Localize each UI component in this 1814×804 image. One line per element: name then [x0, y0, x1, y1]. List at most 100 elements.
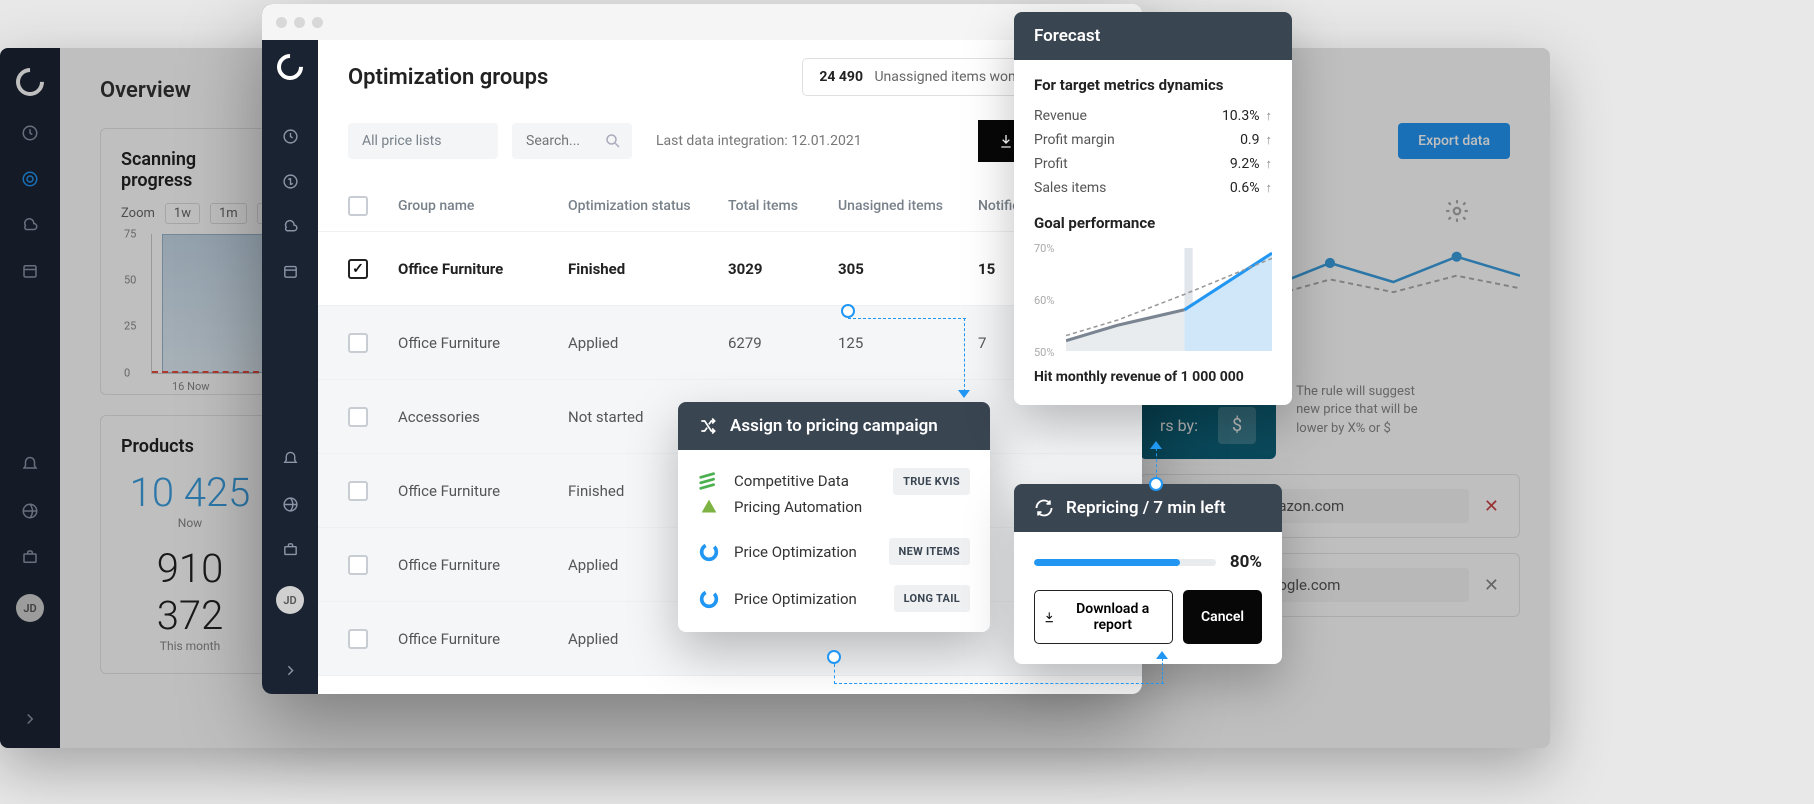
- assign-label: Pricing Automation: [734, 498, 970, 516]
- filter-currency[interactable]: $: [1218, 407, 1256, 444]
- assign-campaign-card: Assign to pricing campaign Competitive D…: [678, 402, 990, 632]
- metric-row: Revenue 10.3% ↑: [1034, 104, 1272, 128]
- y-tick: 50%: [1034, 346, 1054, 359]
- download-icon: [998, 133, 1014, 149]
- zoom-1w[interactable]: 1w: [165, 203, 200, 224]
- zoom-1m[interactable]: 1m: [210, 203, 247, 224]
- page-title: Optimization groups: [348, 65, 782, 90]
- cell-name: Office Furniture: [398, 630, 568, 648]
- avatar[interactable]: JD: [16, 594, 44, 622]
- assign-option[interactable]: Pricing Automation: [678, 494, 990, 528]
- price-list-filter[interactable]: All price lists: [348, 123, 498, 159]
- row-checkbox[interactable]: [348, 629, 368, 649]
- connector-dot: [841, 304, 855, 318]
- connector-line: [834, 683, 1164, 684]
- assign-label: Price Optimization: [734, 590, 880, 608]
- arrow-up-icon: ↑: [1266, 132, 1273, 148]
- logo-icon: [272, 49, 309, 86]
- assign-header: Assign to pricing campaign: [678, 402, 990, 450]
- products-now-label: Now: [121, 516, 259, 530]
- assign-title: Assign to pricing campaign: [730, 416, 938, 436]
- chevron-right-icon[interactable]: [282, 662, 299, 679]
- forecast-card: Forecast For target metrics dynamics Rev…: [1014, 12, 1292, 405]
- calendar-icon[interactable]: [21, 262, 39, 280]
- metric-label: Profit margin: [1034, 132, 1115, 148]
- refresh-icon: [1034, 498, 1054, 518]
- goal-performance-chart: 70% 60% 50%: [1034, 242, 1272, 357]
- traffic-light-close[interactable]: [276, 17, 287, 28]
- cell-name: Accessories: [398, 408, 568, 426]
- remove-icon[interactable]: ✕: [1484, 496, 1499, 517]
- row-checkbox[interactable]: [348, 333, 368, 353]
- campaign-icon: [698, 588, 720, 610]
- row-checkbox[interactable]: [348, 407, 368, 427]
- calendar-icon[interactable]: [282, 263, 299, 280]
- download-report-button[interactable]: Download a report: [1034, 590, 1173, 644]
- bell-icon[interactable]: [21, 456, 39, 474]
- metric-label: Sales items: [1034, 180, 1106, 196]
- assign-tag: TRUE KVIS: [893, 468, 970, 495]
- row-checkbox[interactable]: [348, 259, 368, 279]
- remove-icon[interactable]: ✕: [1484, 575, 1499, 596]
- rule-description: The rule will suggest new price that wil…: [1296, 383, 1426, 438]
- cloud-icon[interactable]: [282, 218, 299, 235]
- cell-name: Office Furniture: [398, 556, 568, 574]
- metric-value: 0.6%: [1230, 180, 1260, 196]
- assign-option[interactable]: Competitive DataTRUE KVIS: [678, 460, 990, 494]
- dollar-icon[interactable]: [282, 173, 299, 190]
- select-all-checkbox[interactable]: [348, 196, 368, 216]
- briefcase-icon[interactable]: [21, 548, 39, 566]
- zoom-controls[interactable]: Zoom 1w 1m 3m: [121, 203, 259, 224]
- globe-icon[interactable]: [21, 502, 39, 520]
- briefcase-icon[interactable]: [282, 541, 299, 558]
- metric-value: 9.2%: [1230, 156, 1260, 172]
- avatar[interactable]: JD: [276, 586, 304, 614]
- repricing-card: Repricing / 7 min left 80% Download a re…: [1014, 484, 1282, 664]
- cell-status: Applied: [568, 334, 728, 352]
- campaign-icon: [698, 541, 720, 563]
- y-tick: 75: [124, 228, 136, 241]
- assign-tag: LONG TAIL: [894, 585, 970, 612]
- cloud-icon[interactable]: [21, 216, 39, 234]
- chevron-right-icon[interactable]: [21, 710, 39, 728]
- gear-icon[interactable]: [1444, 198, 1470, 224]
- campaign-icon: [698, 496, 720, 518]
- assign-option[interactable]: Price OptimizationNEW ITEMS: [678, 528, 990, 575]
- connector-dot: [827, 650, 841, 664]
- main-sidebar: JD: [262, 4, 318, 694]
- col-group-name[interactable]: Group name: [398, 198, 568, 214]
- col-total[interactable]: Total items: [728, 198, 838, 214]
- cell-status: Finished: [568, 260, 728, 278]
- metric-row: Profit margin 0.9 ↑: [1034, 128, 1272, 152]
- traffic-light-max[interactable]: [312, 17, 323, 28]
- products-month-count: 910 372: [121, 545, 259, 639]
- cell-unassigned: 125: [838, 334, 978, 352]
- scanning-title: Scanning progress: [121, 149, 259, 191]
- cell-total: 3029: [728, 260, 838, 278]
- cell-status: Applied: [568, 630, 728, 648]
- arrow-up-icon: ↑: [1266, 108, 1273, 124]
- bell-icon[interactable]: [282, 451, 299, 468]
- y-tick: 50: [124, 273, 136, 286]
- row-checkbox[interactable]: [348, 481, 368, 501]
- row-checkbox[interactable]: [348, 555, 368, 575]
- reprice-title: Repricing / 7 min left: [1066, 498, 1226, 518]
- col-status[interactable]: Optimization status: [568, 198, 728, 214]
- products-now-count: 10 425: [121, 469, 259, 516]
- col-unassigned[interactable]: Unasigned items: [838, 198, 978, 214]
- clock-icon[interactable]: [21, 124, 39, 142]
- cancel-button[interactable]: Cancel: [1183, 590, 1262, 644]
- traffic-light-min[interactable]: [294, 17, 305, 28]
- shuffle-icon: [698, 416, 718, 436]
- assign-label: Price Optimization: [734, 543, 875, 561]
- forecast-title: Forecast: [1034, 26, 1100, 46]
- assign-option[interactable]: Price Optimization LONG TAIL: [678, 575, 990, 622]
- target-icon[interactable]: [21, 170, 39, 188]
- arrow-up-icon: ↑: [1266, 180, 1273, 196]
- alert-count: 24 490: [819, 69, 863, 85]
- export-button[interactable]: Export data: [1398, 123, 1510, 159]
- filter-label: rs by:: [1160, 416, 1198, 435]
- globe-icon[interactable]: [282, 496, 299, 513]
- x-tick: 16 Now: [172, 380, 209, 393]
- clock-icon[interactable]: [282, 128, 299, 145]
